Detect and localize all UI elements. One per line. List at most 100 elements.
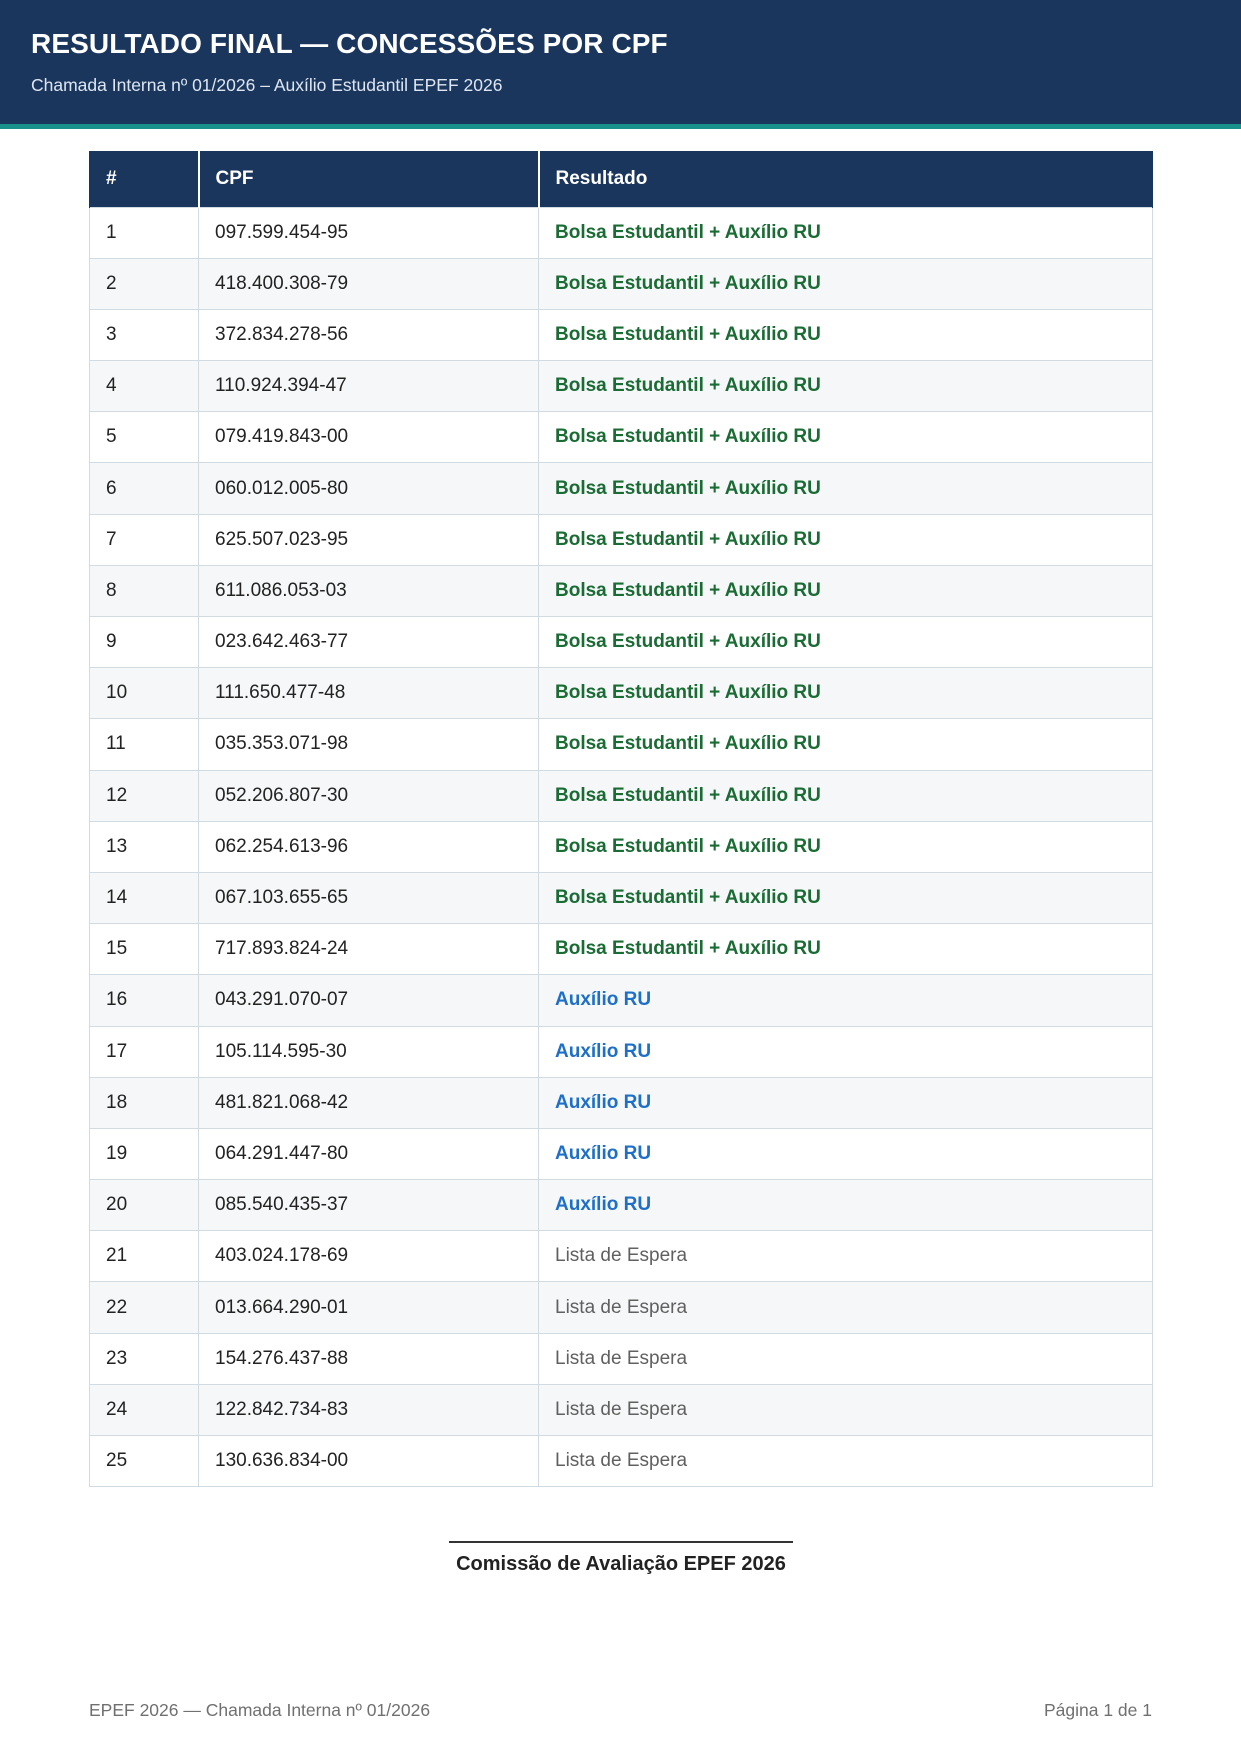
column-header-result: Resultado	[537, 151, 1153, 207]
result-cell: Bolsa Estudantil + Auxílio RU	[538, 667, 1153, 720]
result-cell: Bolsa Estudantil + Auxílio RU	[538, 564, 1153, 618]
result-cell: Bolsa Estudantil + Auxílio RU	[538, 257, 1153, 310]
row-number: 24	[89, 1383, 199, 1437]
signature-line: Comissão de Avaliação EPEF 2026	[449, 1541, 793, 1576]
cpf-cell: 110.924.394-47	[198, 360, 539, 413]
table-row: 16 043.291.070-07 Auxílio RU	[89, 974, 1153, 1027]
row-number: 23	[89, 1332, 199, 1385]
table-row: 25 130.636.834-00 Lista de Espera	[89, 1434, 1153, 1488]
result-cell: Bolsa Estudantil + Auxílio RU	[538, 871, 1153, 925]
table-header-row: # CPF Resultado	[89, 151, 1153, 207]
cpf-cell: 043.291.070-07	[198, 974, 539, 1027]
result-cell: Auxílio RU	[538, 1179, 1153, 1232]
column-header-cpf: CPF	[197, 151, 540, 207]
table-row: 4 110.924.394-47 Bolsa Estudantil + Auxíli…	[89, 360, 1153, 413]
cpf-cell: 013.664.290-01	[198, 1281, 539, 1334]
row-number: 19	[89, 1127, 199, 1181]
cpf-cell: 023.642.463-77	[198, 615, 539, 669]
result-cell: Bolsa Estudantil + Auxílio RU	[538, 462, 1153, 515]
result-cell: Bolsa Estudantil + Auxílio RU	[538, 206, 1153, 259]
table-row: 21 403.024.178-69 Lista de Espera	[89, 1230, 1153, 1283]
result-cell: Bolsa Estudantil + Auxílio RU	[538, 718, 1153, 771]
table-row: 11 035.353.071-98 Bolsa Estudantil + Auxíl…	[89, 718, 1153, 771]
row-number: 11	[89, 718, 199, 771]
row-number: 9	[89, 615, 199, 669]
table-row: 22 013.664.290-01 Lista de Espera	[89, 1281, 1153, 1334]
page-header: RESULTADO FINAL — CONCESSÕES POR CPF Cha…	[0, 0, 1241, 129]
row-number: 22	[89, 1281, 199, 1334]
table-row: 13 062.254.613-96 Bolsa Estudantil + Auxíl…	[89, 820, 1153, 873]
table-row: 18 481.821.068-42 Auxílio RU	[89, 1076, 1153, 1129]
page-number: Página 1 de 1	[1043, 1700, 1152, 1720]
cpf-cell: 067.103.655-65	[198, 871, 539, 925]
row-number: 18	[89, 1076, 199, 1129]
row-number: 6	[89, 462, 199, 515]
table-row: 17 105.114.595-30 Auxílio RU	[89, 1025, 1153, 1078]
cpf-cell: 372.834.278-56	[198, 308, 539, 362]
footer-left-text: EPEF 2026 — Chamada Interna nº 01/2026	[89, 1700, 431, 1720]
table-row: 12 052.206.807-30 Bolsa Estudantil + Auxíl…	[89, 769, 1153, 822]
cpf-cell: 154.276.437-88	[198, 1332, 539, 1385]
table-row: 9 023.642.463-77 Bolsa Estudantil + Auxíli…	[89, 615, 1153, 669]
row-number: 8	[89, 564, 199, 618]
row-number: 10	[89, 667, 199, 720]
cpf-cell: 481.821.068-42	[198, 1076, 539, 1129]
table-row: 20 085.540.435-37 Auxílio RU	[89, 1179, 1153, 1232]
result-cell: Bolsa Estudantil + Auxílio RU	[538, 308, 1153, 362]
table-row: 14 067.103.655-65 Bolsa Estudantil + Auxíl…	[89, 871, 1153, 925]
row-number: 20	[89, 1179, 199, 1232]
row-number: 16	[89, 974, 199, 1027]
cpf-cell: 611.086.053-03	[198, 564, 539, 618]
table-row: 8 611.086.053-03 Bolsa Estudantil + Auxíli…	[89, 564, 1153, 618]
result-cell: Lista de Espera	[538, 1383, 1153, 1437]
table-row: 10 111.650.477-48 Bolsa Estudantil + Auxíl…	[89, 667, 1153, 720]
row-number: 14	[89, 871, 199, 925]
cpf-cell: 122.842.734-83	[198, 1383, 539, 1437]
result-cell: Lista de Espera	[538, 1434, 1153, 1488]
row-number: 12	[89, 769, 199, 822]
table-row: 15 717.893.824-24 Bolsa Estudantil + Auxíl…	[89, 923, 1153, 976]
table-row: 5 079.419.843-00 Bolsa Estudantil + Auxíli…	[89, 411, 1153, 464]
cpf-cell: 418.400.308-79	[198, 257, 539, 310]
row-number: 17	[89, 1025, 199, 1078]
table-row: 3 372.834.278-56 Bolsa Estudantil + Auxíli…	[89, 308, 1153, 362]
row-number: 21	[89, 1230, 199, 1283]
cpf-cell: 111.650.477-48	[198, 667, 539, 720]
result-cell: Bolsa Estudantil + Auxílio RU	[538, 411, 1153, 464]
table-row: 1 097.599.454-95 Bolsa Estudantil + Auxíli…	[89, 206, 1153, 259]
row-number: 3	[89, 308, 199, 362]
cpf-cell: 097.599.454-95	[198, 206, 539, 259]
table-body: 1 097.599.454-95 Bolsa Estudantil + Auxíli…	[89, 206, 1153, 1488]
result-cell: Auxílio RU	[538, 1076, 1153, 1129]
table-header: # CPF Resultado	[89, 151, 1153, 207]
table-row: 19 064.291.447-80 Auxílio RU	[89, 1127, 1153, 1181]
page-title: RESULTADO FINAL — CONCESSÕES POR CPF	[31, 28, 668, 59]
cpf-cell: 085.540.435-37	[198, 1179, 539, 1232]
result-cell: Bolsa Estudantil + Auxílio RU	[538, 923, 1153, 976]
table-row: 2 418.400.308-79 Bolsa Estudantil + Auxíli…	[89, 257, 1153, 310]
result-cell: Bolsa Estudantil + Auxílio RU	[538, 360, 1153, 413]
results-table: # CPF Resultado 1 097.599.454-95 Bolsa Est…	[89, 151, 1153, 1488]
row-number: 15	[89, 923, 199, 976]
cpf-cell: 062.254.613-96	[198, 820, 539, 873]
result-cell: Lista de Espera	[538, 1281, 1153, 1334]
cpf-cell: 064.291.447-80	[198, 1127, 539, 1181]
cpf-cell: 079.419.843-00	[198, 411, 539, 464]
table-row: 7 625.507.023-95 Bolsa Estudantil + Auxíli…	[89, 513, 1153, 566]
cpf-cell: 130.636.834-00	[198, 1434, 539, 1488]
row-number: 5	[89, 411, 199, 464]
result-cell: Bolsa Estudantil + Auxílio RU	[538, 513, 1153, 566]
row-number: 25	[89, 1434, 199, 1488]
cpf-cell: 717.893.824-24	[198, 923, 539, 976]
table-row: 23 154.276.437-88 Lista de Espera	[89, 1332, 1153, 1385]
row-number: 13	[89, 820, 199, 873]
result-cell: Auxílio RU	[538, 974, 1153, 1027]
cpf-cell: 060.012.005-80	[198, 462, 539, 515]
row-number: 7	[89, 513, 199, 566]
column-header-number: #	[89, 151, 200, 207]
result-cell: Auxílio RU	[538, 1127, 1153, 1181]
page-subtitle: Chamada Interna nº 01/2026 – Auxílio Est…	[31, 75, 503, 95]
cpf-cell: 035.353.071-98	[198, 718, 539, 771]
cpf-cell: 105.114.595-30	[198, 1025, 539, 1078]
row-number: 2	[89, 257, 199, 310]
